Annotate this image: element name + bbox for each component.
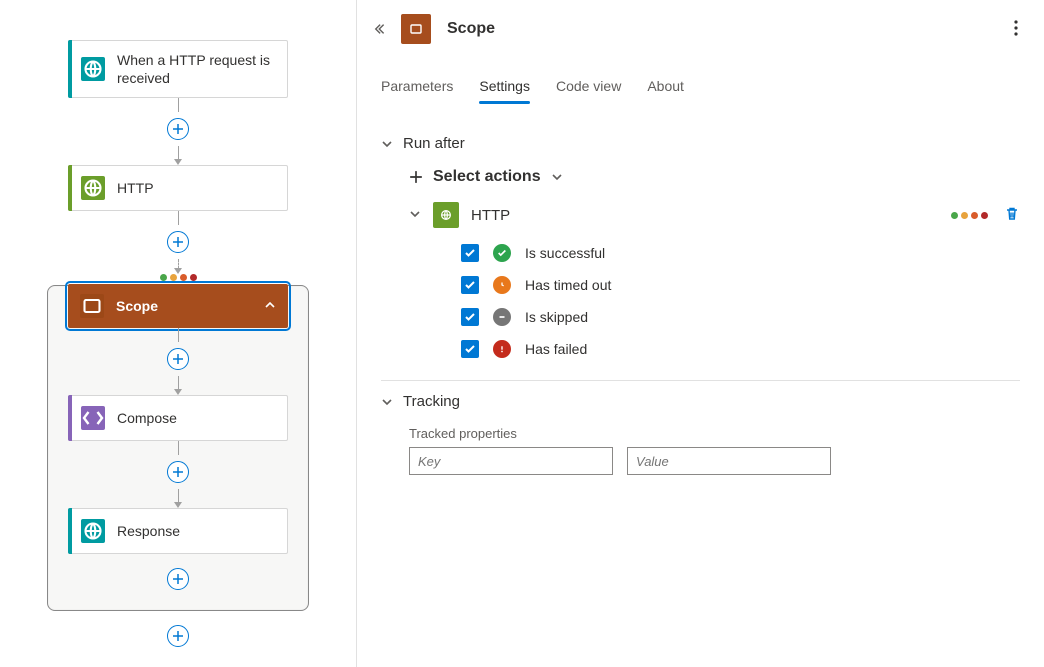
section-tracking-header[interactable]: Tracking bbox=[381, 393, 1020, 410]
connector bbox=[167, 441, 189, 508]
flow-column: When a HTTP request is received HTTP bbox=[0, 40, 356, 653]
connector bbox=[167, 611, 189, 653]
more-menu-button[interactable] bbox=[1010, 16, 1022, 43]
delete-run-after-button[interactable] bbox=[1004, 206, 1020, 225]
run-after-status-dots bbox=[160, 274, 197, 281]
scope-container: Scope Compose bbox=[47, 285, 309, 611]
node-http[interactable]: HTTP bbox=[68, 165, 288, 211]
tracked-properties-label: Tracked properties bbox=[409, 426, 1020, 441]
status-skipped-label: Is skipped bbox=[525, 309, 588, 325]
select-actions-button[interactable]: Select actions bbox=[409, 168, 1020, 186]
detail-panel: Scope Parameters Settings Code view Abou… bbox=[357, 0, 1044, 667]
http-icon bbox=[433, 202, 459, 228]
detail-body: Run after Select actions HTTP bbox=[357, 105, 1044, 667]
select-actions-label: Select actions bbox=[433, 168, 541, 186]
tab-about[interactable]: About bbox=[647, 72, 684, 104]
tab-codeview[interactable]: Code view bbox=[556, 72, 621, 104]
run-after-status-list: Is successful Has timed out bbox=[461, 244, 1020, 358]
collapse-panel-button[interactable] bbox=[371, 19, 391, 39]
node-scope-header[interactable]: Scope bbox=[68, 284, 288, 328]
node-trigger[interactable]: When a HTTP request is received bbox=[68, 40, 288, 98]
status-failed-label: Has failed bbox=[525, 341, 587, 357]
add-step-button[interactable] bbox=[167, 348, 189, 370]
node-response[interactable]: Response bbox=[68, 508, 288, 554]
node-trigger-label: When a HTTP request is received bbox=[117, 51, 275, 87]
status-item-skipped: Is skipped bbox=[461, 308, 1020, 326]
status-item-timedout: Has timed out bbox=[461, 276, 1020, 294]
run-after-status-dots bbox=[951, 212, 988, 219]
add-step-button[interactable] bbox=[167, 118, 189, 140]
add-step-button[interactable] bbox=[167, 625, 189, 647]
add-step-button[interactable] bbox=[167, 568, 189, 590]
tracked-value-input[interactable] bbox=[627, 447, 831, 475]
tab-parameters[interactable]: Parameters bbox=[381, 72, 453, 104]
section-run-after-header[interactable]: Run after bbox=[381, 135, 1020, 152]
node-compose-label: Compose bbox=[117, 409, 177, 427]
detail-tabs: Parameters Settings Code view About bbox=[357, 48, 1044, 105]
section-run-after: Run after Select actions HTTP bbox=[381, 123, 1020, 381]
checkbox-failed[interactable] bbox=[461, 340, 479, 358]
section-tracking: Tracking Tracked properties bbox=[381, 381, 1020, 487]
checkbox-timedout[interactable] bbox=[461, 276, 479, 294]
node-http-accent bbox=[68, 165, 72, 211]
status-item-failed: Has failed bbox=[461, 340, 1020, 358]
tab-settings[interactable]: Settings bbox=[479, 72, 530, 104]
scope-icon bbox=[80, 294, 104, 318]
tracked-properties-row bbox=[409, 447, 1020, 475]
plus-icon bbox=[409, 170, 423, 184]
tracked-key-input[interactable] bbox=[409, 447, 613, 475]
node-scope-label: Scope bbox=[116, 298, 158, 314]
scope-header-icon bbox=[401, 14, 431, 44]
response-icon bbox=[81, 519, 105, 543]
node-response-accent bbox=[68, 508, 72, 554]
node-compose-accent bbox=[68, 395, 72, 441]
checkbox-successful[interactable] bbox=[461, 244, 479, 262]
chevron-up-icon bbox=[264, 298, 276, 314]
node-trigger-accent bbox=[68, 40, 72, 98]
chevron-down-icon bbox=[551, 171, 563, 183]
checkbox-skipped[interactable] bbox=[461, 308, 479, 326]
clock-icon bbox=[493, 276, 511, 294]
status-timedout-label: Has timed out bbox=[525, 277, 611, 293]
node-compose[interactable]: Compose bbox=[68, 395, 288, 441]
connector bbox=[167, 98, 189, 165]
detail-title: Scope bbox=[447, 20, 495, 38]
add-step-button[interactable] bbox=[167, 461, 189, 483]
status-item-successful: Is successful bbox=[461, 244, 1020, 262]
connector bbox=[167, 554, 189, 596]
node-response-label: Response bbox=[117, 522, 180, 540]
skip-icon bbox=[493, 308, 511, 326]
status-successful-label: Is successful bbox=[525, 245, 605, 261]
node-http-label: HTTP bbox=[117, 179, 154, 197]
chevron-down-icon bbox=[381, 396, 393, 408]
detail-header: Scope bbox=[357, 0, 1044, 48]
run-after-heading: Run after bbox=[403, 135, 465, 152]
workflow-canvas-panel: When a HTTP request is received HTTP bbox=[0, 0, 357, 667]
compose-icon bbox=[81, 406, 105, 430]
error-icon bbox=[493, 340, 511, 358]
run-after-action-http: HTTP bbox=[409, 202, 1020, 228]
connector bbox=[167, 211, 189, 274]
run-after-http-label: HTTP bbox=[471, 207, 510, 224]
expand-http-button[interactable] bbox=[409, 207, 421, 223]
http-icon bbox=[81, 176, 105, 200]
tracking-heading: Tracking bbox=[403, 393, 460, 410]
connector bbox=[167, 328, 189, 395]
http-request-icon bbox=[81, 57, 105, 81]
success-icon bbox=[493, 244, 511, 262]
add-step-button[interactable] bbox=[167, 231, 189, 253]
chevron-down-icon bbox=[381, 138, 393, 150]
